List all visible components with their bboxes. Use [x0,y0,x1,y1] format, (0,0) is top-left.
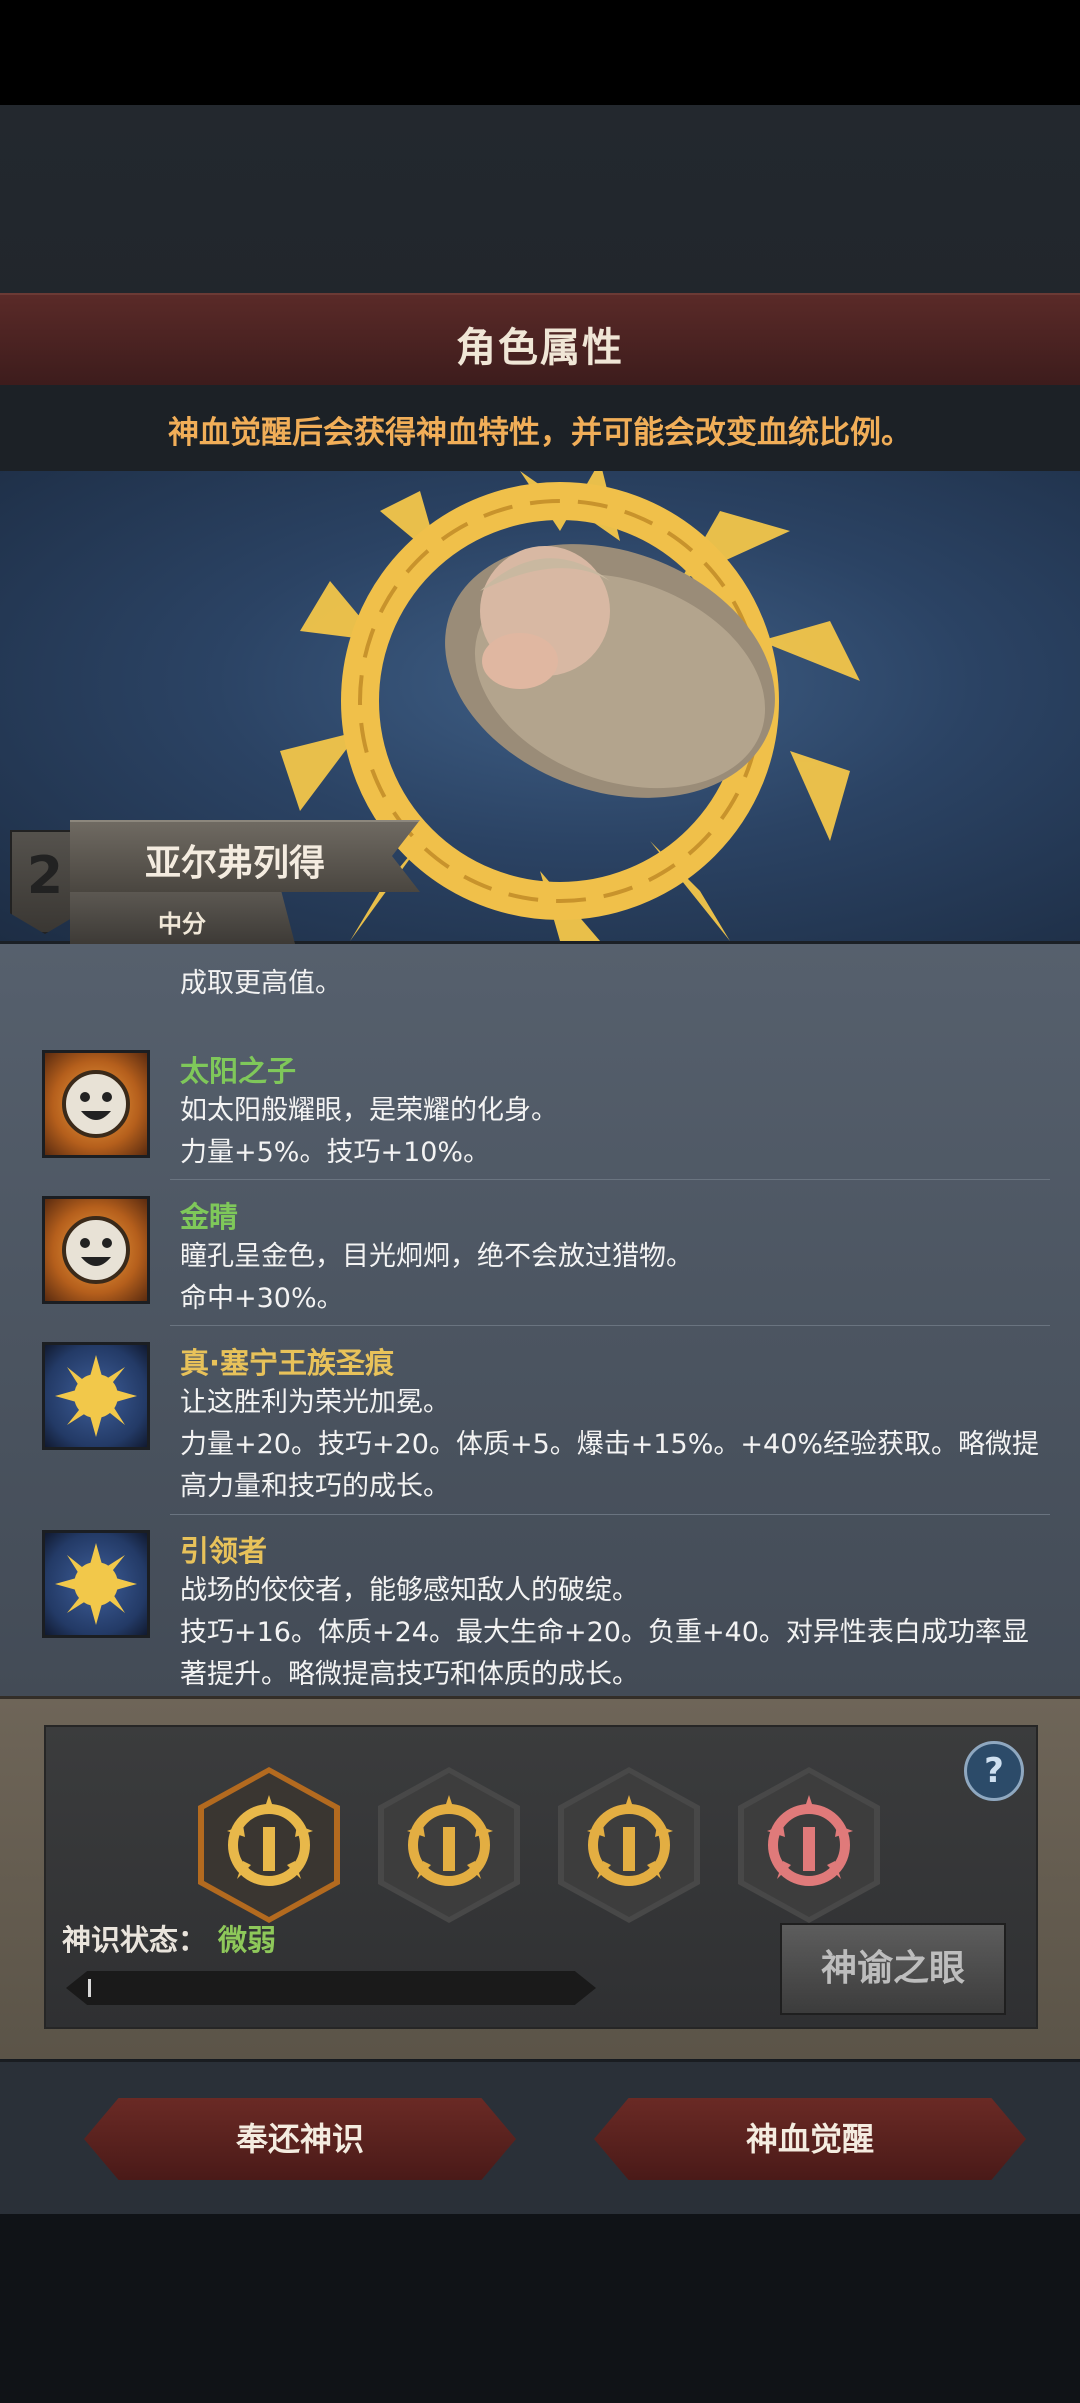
character-grade: 中分 [158,910,206,938]
divider [170,1179,1050,1180]
trait-text-line: 技巧+16。体质+24。最大生命+20。负重+40。对异性表白成功率显著提升。略… [180,1617,1029,1690]
smiley-face-icon [42,1196,150,1304]
sun-sigil-icon [42,1530,150,1638]
divine-slot-2[interactable] [378,1767,520,1923]
trait-text-line: 如太阳般耀眼，是荣耀的化身。 [180,1095,558,1126]
header-banner: 角色属性 [0,293,1080,387]
awaken-divine-blood-button[interactable]: 神血觉醒 [594,2098,1026,2180]
panel-inner: ? 神识状态： 微弱 神谕之眼 [44,1725,1038,2029]
divine-slot-4[interactable] [738,1767,880,1923]
trait-name: 太阳之子 [180,1054,297,1088]
gold-thorn-ring-icon [407,1795,493,1886]
sun-sigil-icon [42,1342,150,1450]
smiley-face-icon [42,1050,150,1158]
page-title: 角色属性 [456,325,624,371]
trait-text-line: 力量+5%。技巧+10%。 [180,1137,491,1168]
progress-fill [88,1979,91,1997]
traits-list[interactable]: 成取更高值。 太阳之子 如太阳般耀眼，是荣耀的化身。 力量+5%。技巧+10%。… [0,944,1080,1696]
action-bar: 奉还神识 神血觉醒 [0,2060,1080,2214]
trait-text-line: 命中+30%。 [180,1283,344,1314]
grade-banner: 中分 [70,892,295,944]
bottom-area [0,2185,1080,2403]
divine-awareness-panel: ? 神识状态： 微弱 神谕之眼 [0,1696,1080,2059]
divine-slot-1[interactable] [198,1767,340,1923]
divider [170,1325,1050,1326]
red-thorn-ring-icon [767,1795,853,1886]
divine-slot-3[interactable] [558,1767,700,1923]
divider [170,1514,1050,1515]
rank-badge: 2 [10,830,80,934]
awareness-progress-bar [66,1971,596,2005]
trait-name: 金睛 [180,1200,239,1234]
trait-name: 真·塞宁王族圣痕 [180,1346,395,1380]
gold-thorn-ring-icon [587,1795,673,1886]
trait-text-cut: 成取更高值。 [180,944,342,1004]
trait-description: 战场的佼佼者，能够感知敌人的破绽。 技巧+16。体质+24。最大生命+20。负重… [180,1570,1040,1696]
trait-description: 如太阳般耀眼，是荣耀的化身。 力量+5%。技巧+10%。 [180,1090,1040,1174]
name-banner: 亚尔弗列得 [70,820,420,892]
status-label: 神识状态： [62,1923,208,1957]
top-status-area [0,0,1080,105]
character-name: 亚尔弗列得 [145,843,326,884]
gold-thorn-ring-icon [227,1795,313,1886]
subtitle-text: 神血觉醒后会获得神血特性，并可能会改变血统比例。 [168,415,912,451]
trait-text-line: 让这胜利为荣光加冕。 [180,1387,450,1418]
trait-text-line: 瞳孔呈金色，目光炯炯，绝不会放过猎物。 [180,1241,693,1272]
trait-text-line: 战场的佼佼者，能够感知敌人的破绽。 [180,1575,639,1606]
trait-text-line: 力量+20。技巧+20。体质+5。爆击+15%。+40%经验获取。略微提高力量和… [180,1429,1040,1502]
rank-number: 2 [26,846,64,906]
oracle-eye-button[interactable]: 神谕之眼 [780,1923,1006,2015]
trait-text-line: 成取更高值。 [180,968,342,999]
trait-description: 瞳孔呈金色，目光炯炯，绝不会放过猎物。 命中+30%。 [180,1236,1040,1320]
help-button[interactable]: ? [964,1741,1024,1801]
return-divine-button[interactable]: 奉还神识 [84,2098,516,2180]
subtitle-bar: 神血觉醒后会获得神血特性，并可能会改变血统比例。 [0,385,1080,471]
trait-description: 让这胜利为荣光加冕。 力量+20。技巧+20。体质+5。爆击+15%。+40%经… [180,1382,1040,1508]
status-value: 微弱 [218,1923,277,1957]
trait-name: 引领者 [180,1534,268,1568]
